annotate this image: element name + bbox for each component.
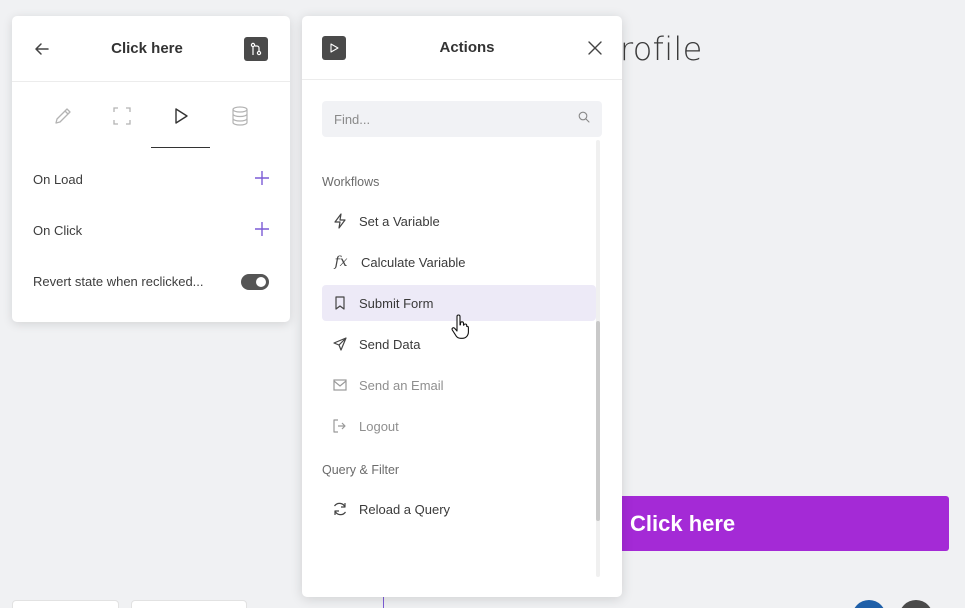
add-on-load-plus-icon[interactable] — [255, 171, 269, 188]
back-arrow-icon[interactable] — [34, 41, 50, 57]
actions-search — [322, 101, 602, 137]
expand-icon — [112, 106, 131, 130]
add-on-click-plus-icon[interactable] — [255, 222, 269, 239]
action-label: Submit Form — [359, 295, 434, 311]
revert-state-row: Revert state when reclicked... — [12, 256, 290, 307]
hand-cursor-icon — [451, 314, 469, 339]
action-label: Logout — [359, 418, 399, 434]
tab-actions[interactable] — [151, 98, 210, 148]
search-icon — [578, 110, 590, 128]
actions-panel: Actions Workflows Set a Variable fx Calc… — [302, 16, 622, 597]
page-heading-fragment: rofile — [620, 30, 703, 68]
play-icon — [172, 107, 190, 130]
bottom-tab-2[interactable] — [131, 600, 247, 608]
tab-layout[interactable] — [92, 98, 151, 138]
actions-list[interactable]: Workflows Set a Variable fx Calculate Va… — [322, 140, 602, 580]
action-label: Reload a Query — [359, 501, 451, 517]
close-icon[interactable] — [588, 40, 602, 55]
on-click-label: On Click — [33, 223, 83, 238]
button-properties-panel: Click here On Load On Click Revert state… — [12, 16, 290, 322]
canvas-button-label: Click here — [630, 510, 736, 536]
action-label: Calculate Variable — [361, 254, 466, 270]
properties-title: Click here — [111, 40, 183, 57]
pencil-icon — [53, 106, 73, 131]
logout-icon — [332, 418, 348, 434]
bookmark-icon — [332, 295, 348, 311]
on-load-label: On Load — [33, 172, 83, 187]
avatar-blue[interactable] — [852, 600, 886, 608]
actions-search-input[interactable] — [334, 111, 578, 127]
action-label: Set a Variable — [359, 213, 440, 229]
revert-state-toggle[interactable] — [241, 273, 269, 290]
action-label: Send an Email — [359, 377, 444, 393]
action-calculate-variable[interactable]: fx Calculate Variable — [322, 244, 596, 280]
canvas-guide-line — [383, 596, 384, 608]
database-icon — [231, 105, 249, 131]
refresh-icon — [332, 501, 348, 517]
on-click-row: On Click — [12, 205, 290, 256]
avatar-dark[interactable] — [899, 600, 933, 608]
action-set-variable[interactable]: Set a Variable — [322, 203, 596, 239]
actions-header: Actions — [302, 16, 622, 80]
lightning-icon — [332, 213, 348, 229]
section-query-filter: Query & Filter — [322, 463, 400, 477]
branch-icon[interactable] — [244, 36, 268, 61]
tab-data[interactable] — [210, 98, 269, 138]
on-load-row: On Load — [12, 154, 290, 205]
actions-scroll-thumb[interactable] — [596, 321, 600, 521]
actions-scrollbar[interactable] — [596, 140, 600, 577]
mail-icon — [332, 377, 348, 393]
properties-header: Click here — [12, 16, 290, 82]
section-workflows: Workflows — [322, 175, 380, 189]
action-logout[interactable]: Logout — [322, 408, 596, 444]
action-send-email[interactable]: Send an Email — [322, 367, 596, 403]
tab-design[interactable] — [33, 98, 92, 138]
play-square-icon — [322, 35, 346, 60]
send-icon — [332, 336, 348, 352]
revert-state-label: Revert state when reclicked... — [33, 274, 204, 289]
actions-title: Actions — [439, 39, 495, 56]
properties-tabs — [12, 82, 290, 154]
function-icon: fx — [334, 254, 348, 270]
action-reload-query[interactable]: Reload a Query — [322, 491, 596, 527]
action-label: Send Data — [359, 336, 421, 352]
bottom-tab-1[interactable] — [12, 600, 119, 608]
canvas-click-here-button[interactable]: Click here — [612, 496, 949, 551]
